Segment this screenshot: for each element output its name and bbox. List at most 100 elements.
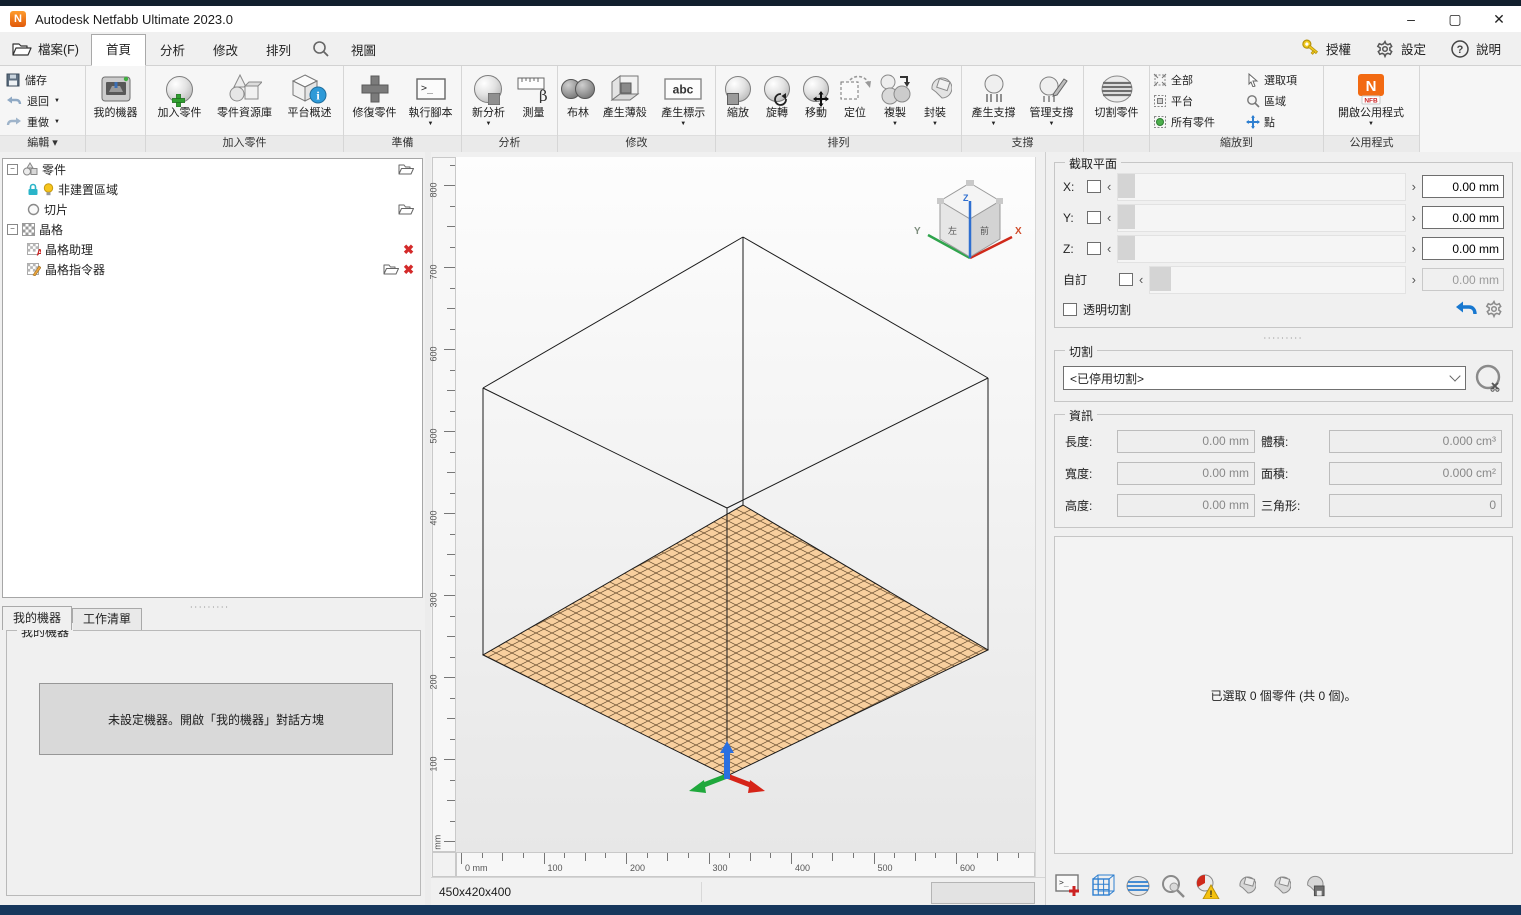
- slider-thumb[interactable]: [1118, 174, 1135, 198]
- clip-x-slider[interactable]: [1117, 173, 1405, 201]
- rotate-button[interactable]: 旋轉: [758, 69, 796, 120]
- redo-button[interactable]: 重做 ▼: [3, 111, 63, 132]
- zoom-all-button[interactable]: 全部: [1153, 69, 1245, 90]
- run-script-button[interactable]: >_ 執行腳本 ▼: [403, 69, 458, 127]
- reset-undo-icon[interactable]: [1454, 300, 1478, 318]
- undo-button[interactable]: 退回 ▼: [3, 90, 63, 111]
- tab-arrange[interactable]: 排列: [252, 37, 305, 65]
- packing-tool-2-button[interactable]: [1264, 872, 1291, 899]
- tab-analysis[interactable]: 分析: [146, 37, 199, 65]
- tree-item-parts[interactable]: − 零件: [3, 159, 422, 179]
- open-folder-icon[interactable]: [398, 203, 414, 215]
- tab-modify[interactable]: 修改: [199, 37, 252, 65]
- part-library-button[interactable]: 零件資源庫: [211, 69, 278, 120]
- view-cube[interactable]: Z Y X 左 前: [914, 180, 1022, 258]
- section-splitter-handle[interactable]: ⸱⸱⸱⸱⸱⸱⸱⸱⸱: [1046, 331, 1521, 344]
- slider-left-arrow[interactable]: ‹: [1107, 211, 1111, 224]
- duplicate-button[interactable]: 複製 ▼: [875, 69, 915, 127]
- open-utility-button[interactable]: NNFB 開啟公用程式 ▼: [1327, 69, 1415, 127]
- packing-tool-button[interactable]: [1229, 872, 1256, 899]
- tree-item-lattice-commander[interactable]: 晶格指令器 ✖: [3, 259, 422, 279]
- slider-right-arrow[interactable]: ›: [1412, 211, 1416, 224]
- position-button[interactable]: 定位: [836, 69, 874, 120]
- create-shell-button[interactable]: 產生薄殼: [596, 69, 654, 120]
- tree-item-slices[interactable]: 切片: [3, 199, 422, 219]
- clip-y-checkbox[interactable]: [1087, 211, 1101, 224]
- tab-view[interactable]: 視圖: [337, 37, 390, 65]
- cut-mode-select[interactable]: <已停用切割>: [1063, 366, 1466, 390]
- collapse-icon[interactable]: −: [7, 224, 18, 235]
- save-packing-button[interactable]: [1299, 872, 1326, 899]
- collapse-icon[interactable]: −: [7, 164, 18, 175]
- slider-right-arrow[interactable]: ›: [1412, 180, 1416, 193]
- visibility-bulb-icon[interactable]: [43, 183, 54, 196]
- slider-left-arrow[interactable]: ‹: [1139, 273, 1143, 286]
- clip-custom-slider[interactable]: [1149, 266, 1405, 294]
- clip-z-checkbox[interactable]: [1087, 242, 1101, 255]
- zoom-all-parts-button[interactable]: 所有零件: [1153, 111, 1245, 132]
- minimize-button[interactable]: –: [1389, 6, 1433, 32]
- slice-view-button[interactable]: [1124, 872, 1151, 899]
- create-label-button[interactable]: abc 產生標示 ▼: [655, 69, 713, 127]
- inspect-magnifier-button[interactable]: [1159, 872, 1186, 899]
- build-platform[interactable]: [483, 505, 988, 776]
- pack-button[interactable]: 封裝 ▼: [916, 69, 954, 127]
- close-button[interactable]: ✕: [1477, 6, 1521, 32]
- open-folder-icon[interactable]: [383, 263, 399, 275]
- clip-custom-value[interactable]: [1422, 268, 1504, 291]
- slider-left-arrow[interactable]: ‹: [1107, 242, 1111, 255]
- help-button[interactable]: ? 說明: [1438, 32, 1513, 65]
- edit-group-menu[interactable]: 編輯 ▾: [0, 135, 85, 152]
- file-menu[interactable]: 檔案(F): [0, 35, 91, 63]
- open-folder-icon[interactable]: [398, 163, 414, 175]
- measure-button[interactable]: β 測量: [513, 69, 554, 120]
- new-script-button[interactable]: >_: [1054, 872, 1081, 899]
- delete-icon[interactable]: ✖: [403, 263, 414, 276]
- tab-home[interactable]: 首頁: [91, 34, 146, 66]
- no-machine-configured-button[interactable]: 未設定機器。開啟「我的機器」對話方塊: [39, 683, 393, 755]
- clip-y-slider[interactable]: [1117, 204, 1405, 232]
- boolean-button[interactable]: 布林: [561, 69, 595, 120]
- tab-worklist[interactable]: 工作清單: [72, 608, 142, 630]
- slider-thumb[interactable]: [1118, 205, 1135, 229]
- zoom-point-button[interactable]: 點: [1246, 111, 1318, 132]
- create-support-button[interactable]: 產生支撐 ▼: [965, 69, 1022, 127]
- search-icon[interactable]: [305, 35, 337, 63]
- lock-icon[interactable]: [27, 183, 39, 196]
- lattice-tool-button[interactable]: [1089, 872, 1116, 899]
- move-button[interactable]: 移動: [797, 69, 835, 120]
- license-button[interactable]: 授權: [1286, 32, 1363, 65]
- tree-item-lattice[interactable]: − 晶格: [3, 219, 422, 239]
- delete-icon[interactable]: ✖: [403, 243, 414, 256]
- tree-item-no-build-zone[interactable]: 非建置區域: [3, 179, 422, 199]
- panel-splitter-handle[interactable]: ⸱⸱⸱⸱⸱⸱⸱⸱⸱: [150, 600, 270, 613]
- slider-right-arrow[interactable]: ›: [1412, 273, 1416, 286]
- tree-item-lattice-assistant[interactable]: A 晶格助理 ✖: [3, 239, 422, 259]
- new-analysis-button[interactable]: 新分析 ▼: [465, 69, 512, 127]
- clip-z-slider[interactable]: [1117, 235, 1405, 263]
- tab-my-machines[interactable]: 我的機器: [2, 606, 72, 630]
- slider-left-arrow[interactable]: ‹: [1107, 180, 1111, 193]
- platform-overview-button[interactable]: i 平台概述: [279, 69, 340, 120]
- maximize-button[interactable]: ▢: [1433, 6, 1477, 32]
- zoom-selection-button[interactable]: 選取項: [1246, 69, 1318, 90]
- analysis-warning-button[interactable]: !: [1194, 872, 1221, 899]
- zoom-region-button[interactable]: 區域: [1246, 90, 1318, 111]
- zoom-platform-button[interactable]: 平台: [1153, 90, 1245, 111]
- clip-custom-checkbox[interactable]: [1119, 273, 1133, 286]
- transparent-cut-checkbox[interactable]: [1063, 303, 1077, 316]
- save-button[interactable]: 儲存: [3, 69, 63, 90]
- scale-button[interactable]: 縮放: [719, 69, 757, 120]
- settings-button[interactable]: 設定: [1363, 32, 1438, 65]
- slider-thumb[interactable]: [1150, 267, 1171, 291]
- manage-support-button[interactable]: 管理支撐 ▼: [1023, 69, 1080, 127]
- clip-x-checkbox[interactable]: [1087, 180, 1101, 193]
- my-machines-button[interactable]: 我的機器: [89, 69, 142, 120]
- clip-y-value[interactable]: [1422, 206, 1504, 229]
- viewport-scroll-strip[interactable]: [1035, 157, 1045, 877]
- clip-x-value[interactable]: [1422, 175, 1504, 198]
- slider-right-arrow[interactable]: ›: [1412, 242, 1416, 255]
- add-part-button[interactable]: 加入零件: [149, 69, 210, 120]
- scene-canvas[interactable]: Z Y X 左 前: [456, 157, 1035, 852]
- cut-parts-button[interactable]: 切割零件: [1087, 69, 1146, 120]
